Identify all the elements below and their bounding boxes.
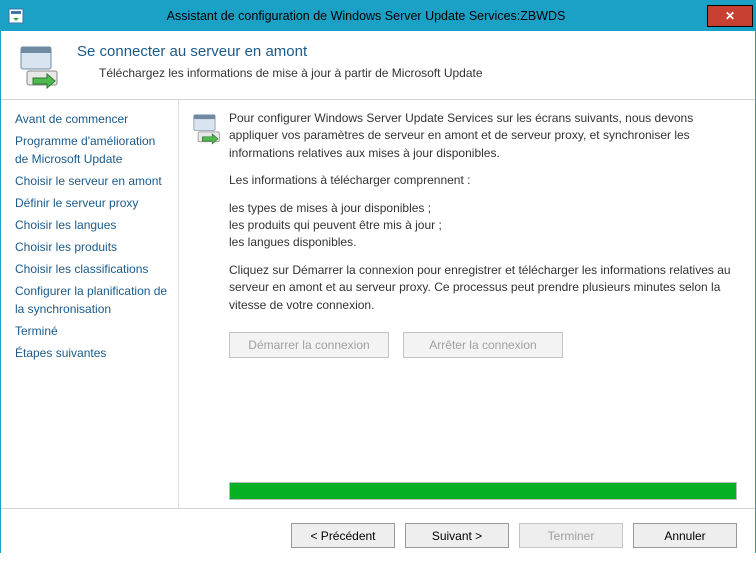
content-paragraph-instruction: Cliquez sur Démarrer la connexion pour e… xyxy=(229,262,737,314)
stop-connection-button: Arrêter la connexion xyxy=(403,332,563,358)
page-subtitle: Téléchargez les informations de mise à j… xyxy=(77,66,483,80)
title-bar: Assistant de configuration de Windows Se… xyxy=(1,1,755,31)
sidebar-item-choose-classifications[interactable]: Choisir les classifications xyxy=(15,260,172,278)
content-bullet: les langues disponibles. xyxy=(229,234,737,251)
steps-sidebar: Avant de commencer Programme d'améliorat… xyxy=(1,100,179,508)
connection-buttons: Démarrer la connexion Arrêter la connexi… xyxy=(229,332,737,358)
close-icon: ✕ xyxy=(725,9,735,23)
content-paragraph-includes: Les informations à télécharger comprenne… xyxy=(229,172,737,189)
progress-bar-container xyxy=(229,482,737,500)
next-button[interactable]: Suivant > xyxy=(405,523,509,548)
start-connection-button: Démarrer la connexion xyxy=(229,332,389,358)
back-button[interactable]: < Précédent xyxy=(291,523,395,548)
cancel-button[interactable]: Annuler xyxy=(633,523,737,548)
content-pane: Pour configurer Windows Server Update Se… xyxy=(179,100,755,508)
close-button[interactable]: ✕ xyxy=(707,5,753,27)
sidebar-item-next-steps[interactable]: Étapes suivantes xyxy=(15,344,172,362)
finish-button: Terminer xyxy=(519,523,623,548)
content-bullet-group: les types de mises à jour disponibles ; … xyxy=(229,200,737,252)
app-icon xyxy=(7,7,25,25)
sidebar-item-proxy-server[interactable]: Définir le serveur proxy xyxy=(15,194,172,212)
sidebar-item-before-begin[interactable]: Avant de commencer xyxy=(15,110,172,128)
content-bullet: les produits qui peuvent être mis à jour… xyxy=(229,217,737,234)
window-title: Assistant de configuration de Windows Se… xyxy=(25,9,707,23)
content-icon xyxy=(191,110,229,498)
wizard-footer: < Précédent Suivant > Terminer Annuler xyxy=(1,508,755,562)
sidebar-item-choose-products[interactable]: Choisir les produits xyxy=(15,238,172,256)
content-bullet: les types de mises à jour disponibles ; xyxy=(229,200,737,217)
sidebar-item-sync-schedule[interactable]: Configurer la planification de la synchr… xyxy=(15,282,172,318)
progress-bar xyxy=(229,482,737,500)
content-paragraph-intro: Pour configurer Windows Server Update Se… xyxy=(229,110,737,162)
sidebar-item-choose-languages[interactable]: Choisir les langues xyxy=(15,216,172,234)
progress-fill xyxy=(230,483,736,499)
header-icon xyxy=(17,43,65,91)
sidebar-item-improvement-program[interactable]: Programme d'amélioration de Microsoft Up… xyxy=(15,132,172,168)
main-area: Avant de commencer Programme d'améliorat… xyxy=(1,100,755,508)
wizard-header: Se connecter au serveur en amont Télécha… xyxy=(1,31,755,100)
sidebar-item-finished[interactable]: Terminé xyxy=(15,322,172,340)
sidebar-item-upstream-server[interactable]: Choisir le serveur en amont xyxy=(15,172,172,190)
page-title: Se connecter au serveur en amont xyxy=(77,43,483,60)
